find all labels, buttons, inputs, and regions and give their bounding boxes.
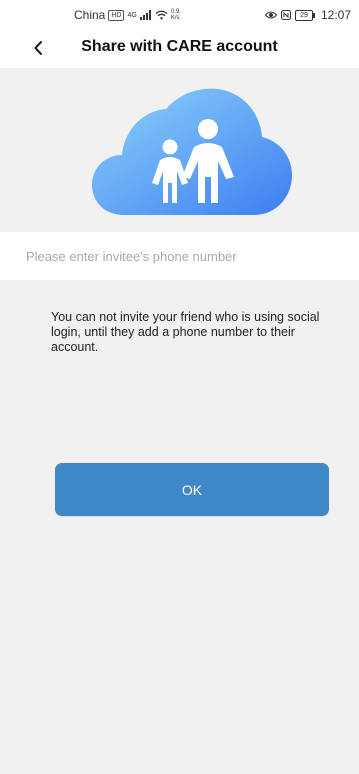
- carrier-name: China: [74, 8, 106, 22]
- info-dialog: You can not invite your friend who is us…: [0, 280, 359, 774]
- wifi-icon: [155, 10, 168, 20]
- phone-number-input[interactable]: [26, 243, 346, 269]
- hd-badge: HD: [108, 9, 125, 21]
- status-right: 29 12:07: [264, 8, 351, 22]
- speed-unit: K/s: [170, 15, 180, 21]
- battery-icon: 29: [294, 9, 315, 21]
- signal-icon: [139, 10, 151, 20]
- eye-icon: [264, 11, 277, 19]
- status-bar: China HD 4G 0.9 K/s 29 12:07: [0, 0, 359, 32]
- status-left: China HD 4G 0.9 K/s: [74, 8, 180, 22]
- page-title: Share with CARE account: [81, 38, 278, 55]
- network-type: 4G: [127, 11, 137, 19]
- phone-input-row: [0, 234, 359, 280]
- cloud-family-icon: [92, 88, 292, 215]
- ok-button[interactable]: OK: [55, 463, 329, 516]
- status-time: 12:07: [320, 8, 351, 22]
- info-message: You can not invite your friend who is us…: [51, 310, 320, 354]
- header-bar: Share with CARE account: [0, 32, 359, 66]
- network-speed: 0.9 K/s: [171, 9, 180, 21]
- hero-banner: [0, 68, 359, 232]
- nfc-icon: [280, 10, 291, 20]
